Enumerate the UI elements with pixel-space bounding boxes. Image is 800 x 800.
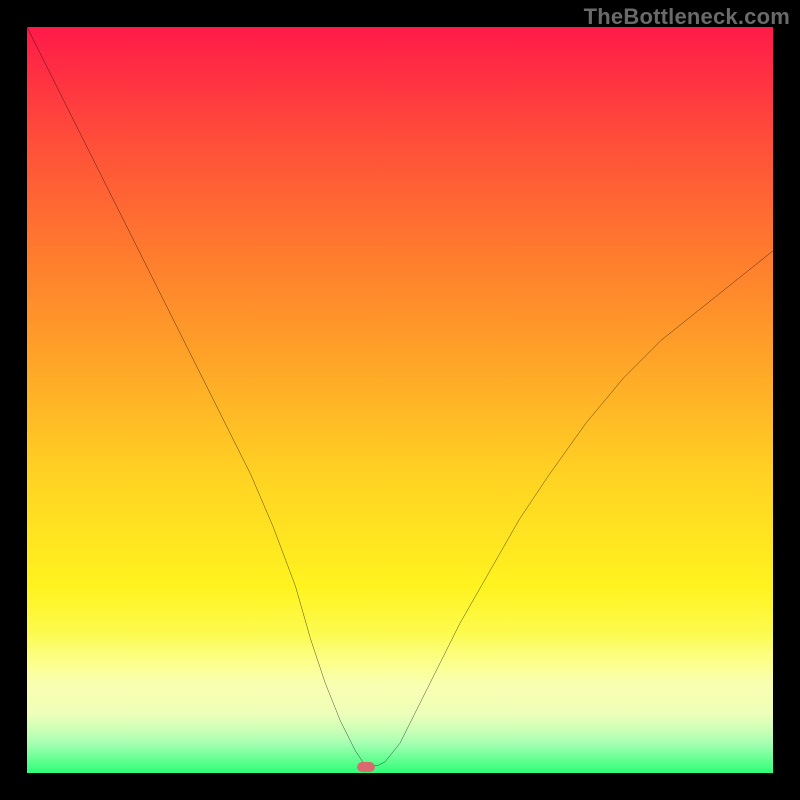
- chart-frame: TheBottleneck.com: [0, 0, 800, 800]
- plot-area: [27, 27, 773, 773]
- optimal-point-marker: [357, 762, 375, 772]
- bottleneck-curve: [27, 27, 773, 773]
- watermark-text: TheBottleneck.com: [584, 4, 790, 30]
